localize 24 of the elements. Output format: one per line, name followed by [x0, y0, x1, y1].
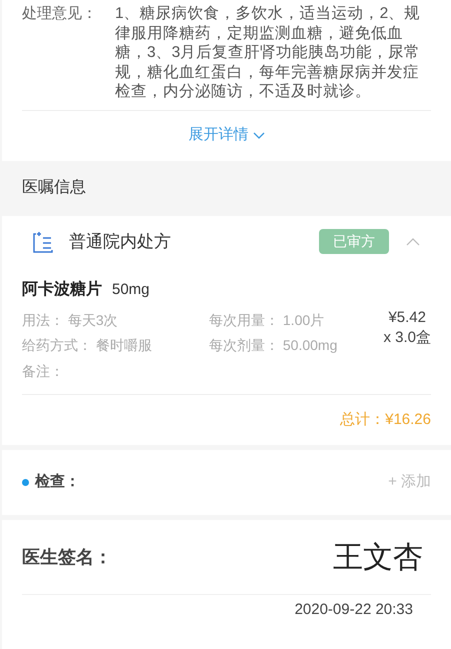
drug-spec: 50mg — [112, 280, 150, 300]
add-button[interactable]: + 添加 — [388, 471, 431, 494]
section-title: 医嘱信息 — [22, 178, 86, 198]
status-badge: 已审方 — [319, 229, 389, 254]
field-label: 处理意见： — [22, 4, 98, 24]
quantity: x 3.0盒 — [383, 328, 431, 348]
treatment-text: 1、糖尿病饮食，多饮水，适当运动，2、规律服用降糖药，定期监测血糖，避免低血糖，3、3月后复查肝肾功能胰岛功能，尿常规，糖化血红蛋白，每年完善糖尿病并发症检查，内分泌随访，不适及时就诊。 — [115, 4, 422, 102]
check-label: 检查： — [35, 472, 80, 492]
signature: 王文杏 — [333, 538, 423, 576]
unit-price: ¥5.42 — [388, 308, 426, 328]
drug-detail: 每次剂量： 50.00mg — [209, 336, 338, 355]
total-price: 总计：¥16.26 — [340, 410, 431, 430]
signature-label: 医生签名： — [22, 546, 112, 568]
chevron-up-icon — [406, 238, 420, 246]
prescription-title: 普通院内处方 — [69, 230, 171, 253]
drug-detail: 每次用量： 1.00片 — [209, 310, 326, 330]
signature-date: 2020-09-22 20:33 — [294, 600, 413, 620]
expand-details-link[interactable]: 展开详情 — [188, 124, 264, 147]
list-icon — [33, 230, 53, 252]
drug-detail: 给药方式： 餐时嚼服 — [22, 336, 153, 355]
chevron-down-icon — [252, 132, 264, 140]
drug-detail: 用法： 每天3次 — [22, 310, 119, 330]
drug-detail: 备注： — [22, 362, 65, 380]
drug-name: 阿卡波糖片 — [22, 279, 102, 300]
